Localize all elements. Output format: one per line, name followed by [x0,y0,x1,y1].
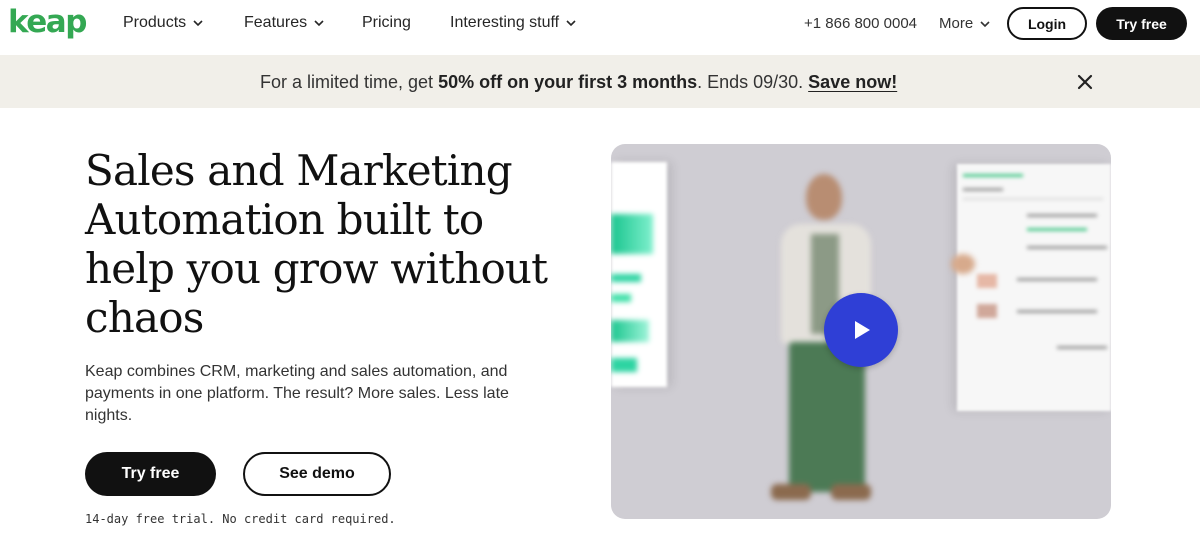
trial-note: 14-day free trial. No credit card requir… [85,512,396,526]
nav-more-label: More [939,15,974,32]
nav-features-label: Features [244,14,308,31]
promo-suffix: . Ends 09/30. [697,72,809,92]
nav-pricing[interactable]: Pricing [362,13,411,33]
try-free-button[interactable]: Try free [85,452,216,496]
blurred-app-panel-right [957,164,1111,411]
nav-pricing-label: Pricing [362,14,411,31]
try-free-nav-button[interactable]: Try free [1096,7,1187,40]
hero-title: Sales and Marketing Automation built to … [85,146,548,342]
hero-description: Keap combines CRM, marketing and sales a… [85,363,509,424]
demo-video-player[interactable] [611,144,1111,519]
nav-features[interactable]: Features [244,13,325,33]
keap-logo[interactable]: keap [8,4,87,40]
promo-highlight: 50% off on your first 3 months [438,72,698,92]
blurred-app-panel-left [611,162,667,387]
nav-interesting-stuff[interactable]: Interesting stuff [450,13,577,33]
play-icon[interactable] [824,293,898,367]
nav-interesting-label: Interesting stuff [450,14,560,31]
chevron-down-icon [565,17,577,29]
presenter-hand [951,254,975,274]
close-icon[interactable] [1074,71,1096,93]
login-button[interactable]: Login [1007,7,1087,40]
nav-products-label: Products [123,14,187,31]
chevron-down-icon [979,18,991,30]
nav-products[interactable]: Products [123,13,204,33]
chevron-down-icon [192,17,204,29]
see-demo-button[interactable]: See demo [243,452,391,496]
promo-text: For a limited time, get 50% off on your … [260,71,897,93]
nav-more[interactable]: More [939,14,991,34]
phone-number-link[interactable]: +1 866 800 0004 [804,14,917,34]
promo-prefix: For a limited time, get [260,72,439,92]
chevron-down-icon [313,17,325,29]
top-navigation: keap Products Features Pricing Interesti… [0,0,1200,54]
save-now-link[interactable]: Save now! [808,72,897,92]
promo-banner: For a limited time, get 50% off on your … [0,55,1200,108]
